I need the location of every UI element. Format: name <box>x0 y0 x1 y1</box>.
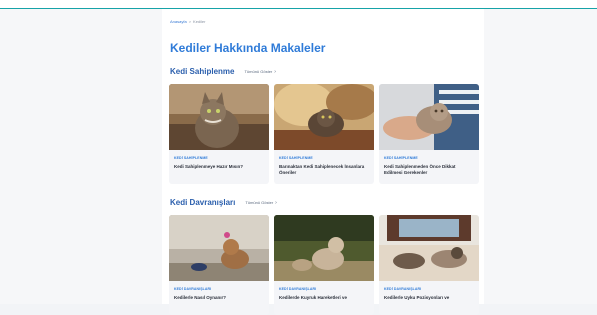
card-category: KEDİ SAHİPLENME <box>384 156 418 160</box>
article-card[interactable]: KEDİ SAHİPLENME Kedi Sahiplenmeye Hazır … <box>169 84 269 184</box>
article-card[interactable]: KEDİ SAHİPLENME Kedi Sahiplenmeden Önce … <box>379 84 479 184</box>
article-card[interactable]: KEDİ DAVRANIŞLARI Kedilerle Nasıl Oynanı… <box>169 215 269 315</box>
cat-photo-bed <box>379 215 479 281</box>
cat-photo-held <box>379 84 479 150</box>
page-title: Kediler Hakkında Makaleler <box>170 41 326 55</box>
breadcrumb-separator: > <box>188 19 192 24</box>
see-all-link[interactable]: Tümünü Göster › <box>245 200 276 206</box>
chevron-right-icon: › <box>274 68 276 75</box>
card-category: KEDİ SAHİPLENME <box>174 156 208 160</box>
right-margin <box>484 9 597 304</box>
cat-photo-garden <box>274 215 374 281</box>
card-row-adoption: KEDİ SAHİPLENME Kedi Sahiplenmeye Hazır … <box>169 84 479 184</box>
card-title[interactable]: Kedilerde Kuyruk Hareketleri ve <box>279 295 369 301</box>
main-content: Anasayfa > Kediler Kediler Hakkında Maka… <box>162 9 484 315</box>
section-header-behavior: Kedi Davranışları Tümünü Göster › <box>170 198 277 207</box>
see-all-label: Tümünü Göster <box>244 68 273 74</box>
top-bar <box>0 0 597 9</box>
see-all-label: Tümünü Göster <box>245 199 274 205</box>
article-card[interactable]: KEDİ DAVRANIŞLARI Kedilerde Kuyruk Harek… <box>274 215 374 315</box>
card-title[interactable]: Kedilerle Nasıl Oynanır? <box>174 295 264 301</box>
card-category: KEDİ DAVRANIŞLARI <box>279 287 317 291</box>
card-title[interactable]: Kedi Sahiplenmeden Önce Dikkat Edilmesi … <box>384 164 474 176</box>
card-title[interactable]: Kedi Sahiplenmeye Hazır Mısın? <box>174 164 264 170</box>
article-card[interactable]: KEDİ DAVRANIŞLARI Kedilerle Uyku Pozisyo… <box>379 215 479 315</box>
breadcrumb-current: Kediler <box>193 19 206 24</box>
section-header-adoption: Kedi Sahiplenme Tümünü Göster › <box>170 67 276 76</box>
card-row-behavior: KEDİ DAVRANIŞLARI Kedilerle Nasıl Oynanı… <box>169 215 479 315</box>
chevron-right-icon: › <box>275 199 277 206</box>
breadcrumb: Anasayfa > Kediler <box>170 19 205 24</box>
cat-photo-playing <box>169 215 269 281</box>
card-title[interactable]: Barınaktan Kedi Sahiplenecek İnsanlara Ö… <box>279 164 369 176</box>
breadcrumb-home-link[interactable]: Anasayfa <box>170 19 187 24</box>
see-all-link[interactable]: Tümünü Göster › <box>244 69 275 75</box>
cat-photo-tabby <box>169 84 269 150</box>
card-title[interactable]: Kedilerle Uyku Pozisyonları ve <box>384 295 474 301</box>
section-title: Kedi Davranışları <box>170 198 236 207</box>
cat-photo-blanket <box>274 84 374 150</box>
left-margin <box>0 9 162 304</box>
card-category: KEDİ DAVRANIŞLARI <box>384 287 422 291</box>
article-card[interactable]: KEDİ SAHİPLENME Barınaktan Kedi Sahiplen… <box>274 84 374 184</box>
section-title: Kedi Sahiplenme <box>170 67 235 76</box>
card-category: KEDİ DAVRANIŞLARI <box>174 287 212 291</box>
card-category: KEDİ SAHİPLENME <box>279 156 313 160</box>
